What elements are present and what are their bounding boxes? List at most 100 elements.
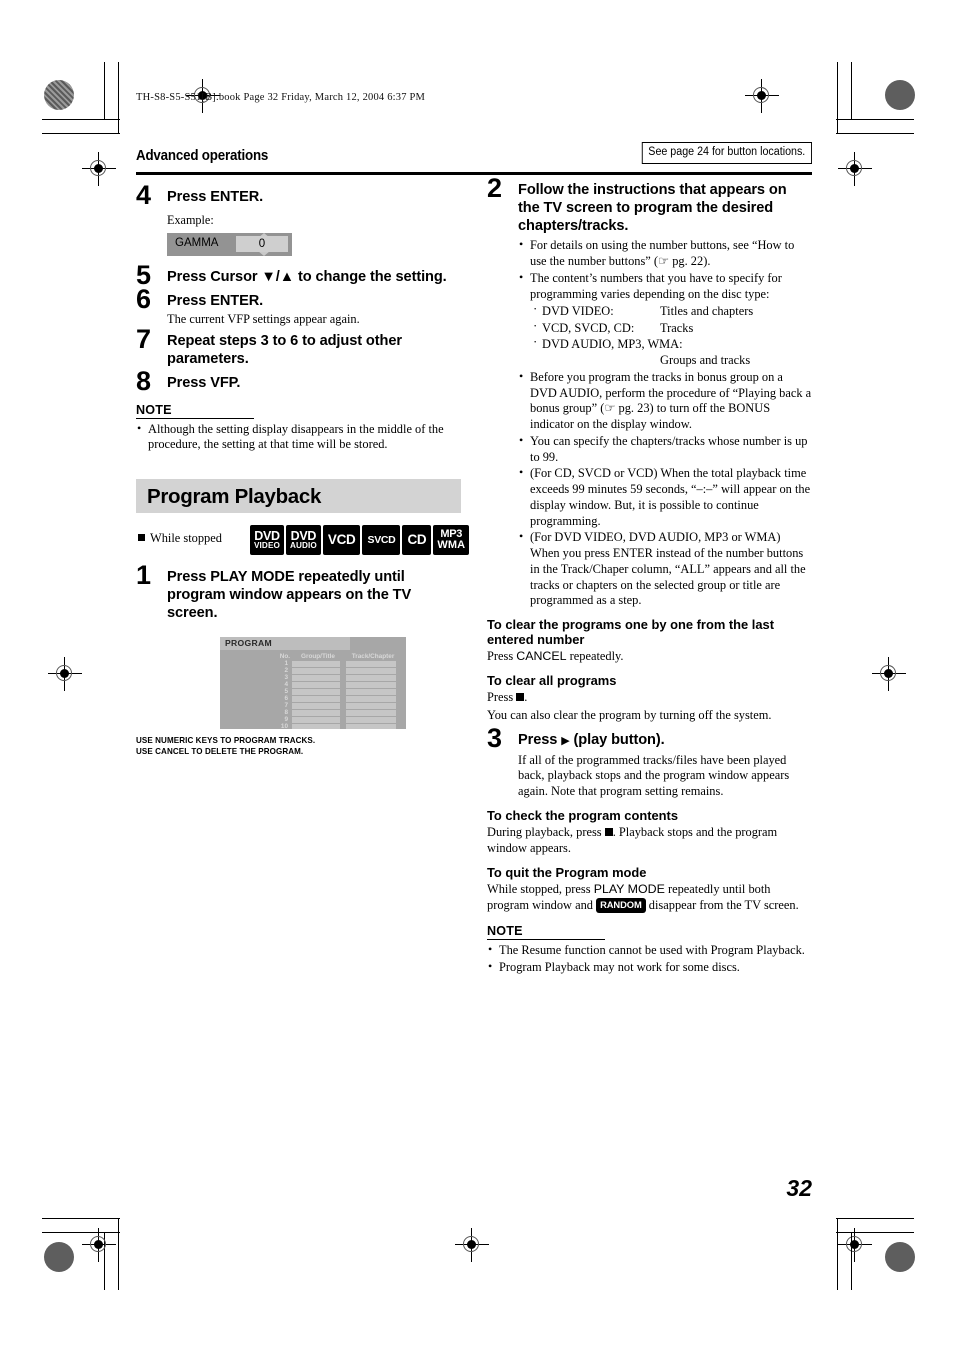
disc-icon-dvd-audio-line2: AUDIO bbox=[289, 541, 317, 551]
registration-mark-bottom-center bbox=[455, 1228, 489, 1262]
clear-all-heading: To clear all programs bbox=[487, 672, 617, 688]
step-8: 8 Press VFP. bbox=[136, 367, 461, 394]
manual-page: TH-S8-S5-S51[B].book Page 32 Friday, Mar… bbox=[136, 92, 812, 1220]
clear-all-body: Press . bbox=[487, 690, 528, 705]
disc-icon-cd: CD bbox=[402, 525, 432, 556]
left-note-title: NOTE bbox=[136, 402, 172, 417]
step-1-heading: Press PLAY MODE repeatedly until program… bbox=[167, 569, 412, 621]
crop-line-bottom-right-h bbox=[836, 1232, 914, 1233]
right-note-list: The Resume function cannot be used with … bbox=[487, 942, 812, 976]
step-6-number: 6 bbox=[136, 283, 152, 314]
check-contents-heading: To check the program contents bbox=[487, 807, 679, 823]
program-window-illustration: PROGRAM No. Group/Title Track/Chapter 1 … bbox=[220, 636, 406, 729]
header-rule bbox=[136, 172, 812, 175]
cancel-key-label: CANCEL bbox=[516, 649, 567, 664]
bullet-max-number: You can specify the chapters/tracks whos… bbox=[518, 433, 812, 466]
program-row-number: 10 bbox=[280, 723, 288, 729]
quit-mode-post: disappear from the TV screen. bbox=[645, 897, 799, 912]
stop-button-icon bbox=[516, 693, 525, 702]
registration-mark-top-right-inner bbox=[838, 152, 872, 186]
table-row: 1 bbox=[268, 660, 400, 667]
registration-mark-middle-left bbox=[48, 657, 82, 691]
program-row-group-cell bbox=[292, 660, 340, 667]
step-3-heading: Press ▶ (play button). bbox=[518, 732, 812, 750]
step-5-heading: Press Cursor ▼/▲ to change the setting. bbox=[167, 268, 447, 285]
program-table-header: No. Group/Title Track/Chapter bbox=[268, 653, 400, 660]
disc-icon-svcd: SVCD bbox=[362, 525, 401, 556]
bullet-bonus-group: Before you program the tracks in bonus g… bbox=[518, 369, 812, 433]
disc-type-content: Groups and tracks bbox=[660, 352, 751, 367]
stop-button-icon bbox=[604, 828, 613, 837]
program-window-title: PROGRAM bbox=[225, 637, 272, 648]
step-3-post: (play button). bbox=[569, 731, 665, 748]
left-note-rule bbox=[136, 417, 254, 419]
program-row-track-cell bbox=[346, 688, 396, 695]
random-indicator-badge: RANDOM bbox=[596, 897, 646, 913]
step-5: 5 Press Cursor ▼/▲ to change the setting… bbox=[136, 261, 461, 288]
program-row-track-cell bbox=[346, 702, 396, 709]
step-6-heading: Press ENTER. bbox=[167, 292, 264, 309]
disc-icon-group: DVD VIDEO DVD AUDIO VCD SVCD CD MP3 WMA bbox=[250, 525, 470, 556]
clear-one-heading: To clear the programs one by one from th… bbox=[487, 617, 774, 647]
crop-line-top-right-h bbox=[836, 119, 914, 120]
check-contents-pre: During playback, press bbox=[487, 825, 605, 840]
program-row-group-cell bbox=[292, 674, 340, 681]
table-row: 9 bbox=[268, 716, 400, 723]
crop-line-bottom-right-v bbox=[851, 1232, 852, 1290]
program-playback-banner: Program Playback bbox=[136, 479, 461, 514]
clear-one-post: repeatedly. bbox=[566, 649, 624, 664]
program-row-number: 8 bbox=[284, 709, 288, 717]
registration-mark-bottom-left bbox=[82, 1228, 116, 1262]
table-row: 4 bbox=[268, 681, 400, 689]
clear-one-pre: Press bbox=[487, 649, 517, 664]
step-3: 3 Press ▶ (play button). If all of the p… bbox=[487, 724, 812, 800]
right-column: 2 Follow the instructions that appears o… bbox=[487, 175, 812, 976]
disc-icon-svcd-line1: SVCD bbox=[367, 533, 396, 546]
table-row: 3 bbox=[268, 674, 400, 681]
program-row-group-cell bbox=[292, 702, 340, 709]
file-stamp: TH-S8-S5-S51[B].book Page 32 Friday, Mar… bbox=[136, 92, 426, 103]
table-row: 2 bbox=[268, 667, 400, 674]
bullet-content-numbers: The content’s numbers that you have to s… bbox=[518, 270, 812, 303]
while-stopped-text: While stopped bbox=[150, 531, 222, 546]
step-1-number: 1 bbox=[136, 560, 152, 591]
disc-compatibility-row: While stopped DVD VIDEO DVD AUDIO VCD SV… bbox=[136, 525, 470, 557]
program-row-track-cell bbox=[346, 723, 396, 729]
step-2: 2 Follow the instructions that appears o… bbox=[487, 175, 812, 609]
program-row-number: 5 bbox=[284, 688, 288, 696]
right-note-title: NOTE bbox=[487, 923, 523, 938]
disc-type-dvd-video: DVD VIDEO: Titles and chapters bbox=[530, 301, 812, 319]
program-row-number: 4 bbox=[284, 681, 288, 689]
quit-mode-heading: To quit the Program mode bbox=[487, 864, 647, 880]
crop-line-top-right-v bbox=[851, 62, 852, 120]
table-row: 10 bbox=[268, 723, 400, 729]
bullet-playback-time-limit: (For CD, SVCD or VCD) When the total pla… bbox=[518, 465, 812, 529]
step-7: 7 Repeat steps 3 to 6 to adjust other pa… bbox=[136, 326, 461, 369]
disc-type-label: DVD AUDIO, MP3, WMA: bbox=[542, 336, 683, 351]
table-row: 7 bbox=[268, 702, 400, 709]
clear-one-body: Press CANCEL repeatedly. bbox=[487, 649, 812, 665]
program-window-caption: USE NUMERIC KEYS TO PROGRAM TRACKS. USE … bbox=[136, 735, 448, 758]
program-row-number: 6 bbox=[284, 695, 288, 703]
crop-line-bottom-left-h2 bbox=[42, 1218, 120, 1219]
disc-type-vcd-svcd-cd: VCD, SVCD, CD: Tracks bbox=[530, 318, 812, 336]
disc-icon-vcd-line1: VCD bbox=[327, 532, 356, 548]
program-row-track-cell bbox=[346, 660, 396, 667]
program-row-track-cell bbox=[346, 674, 396, 681]
program-col-group-title: Group/Title bbox=[301, 652, 335, 660]
crop-line-bottom-right-h2 bbox=[836, 1218, 914, 1219]
program-row-track-cell bbox=[346, 716, 396, 723]
crop-line-bottom-right-v2 bbox=[837, 1218, 838, 1290]
bullet-number-buttons: For details on using the number buttons,… bbox=[518, 237, 812, 270]
step-4: 4 Press ENTER. Example: GAMMA 0 bbox=[136, 182, 461, 256]
quit-mode-pre: While stopped, press bbox=[487, 882, 594, 897]
step-2-number: 2 bbox=[487, 173, 503, 203]
color-registration-patch-bottom-left bbox=[44, 1242, 74, 1272]
registration-mark-top-left-inner bbox=[82, 152, 116, 186]
section-title: Advanced operations bbox=[136, 148, 269, 164]
step-6: 6 Press ENTER. The current VFP settings … bbox=[136, 285, 461, 329]
table-row: 8 bbox=[268, 709, 400, 717]
disc-icon-wma-line2: WMA bbox=[437, 538, 466, 551]
crop-line-top-left-v2 bbox=[118, 62, 119, 134]
program-row-group-cell bbox=[292, 688, 340, 695]
